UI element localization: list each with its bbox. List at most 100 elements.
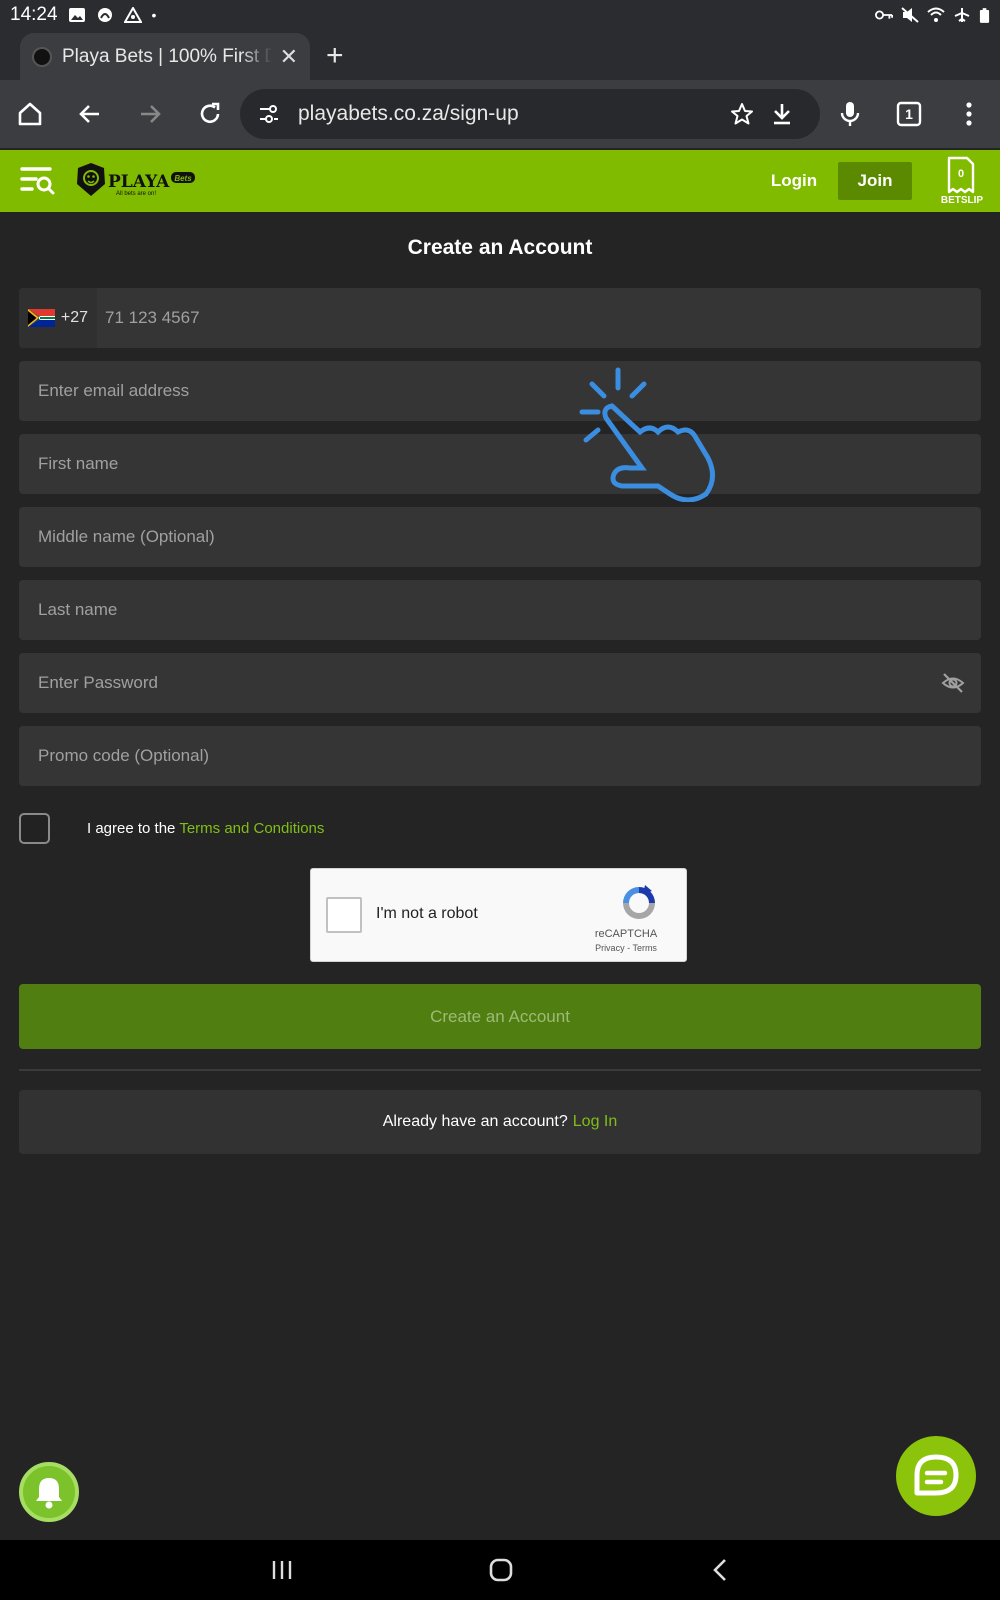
login-link[interactable]: Log In: [573, 1113, 617, 1131]
agree-label: I agree to the: [87, 819, 176, 837]
country-code: +27: [60, 309, 89, 326]
betslip-count: 0: [957, 168, 965, 180]
reload-icon: [200, 102, 220, 123]
phone-input[interactable]: 71 123 4567: [97, 308, 200, 328]
bell-icon: [36, 1478, 62, 1509]
tab-title: Playa Bets | 100% First Deposit Bonus: [62, 45, 272, 67]
middle-name-input[interactable]: Middle name (Optional): [38, 527, 215, 547]
address-bar[interactable]: playabets.co.za/sign-up: [240, 89, 820, 139]
star-icon: [731, 103, 753, 125]
terms-link[interactable]: Terms and Conditions: [179, 820, 324, 837]
recaptcha-separator: -: [627, 943, 631, 953]
mute-icon: [901, 7, 919, 23]
agree-text: I agree to the Terms and Conditions: [87, 820, 324, 837]
forward-button[interactable]: [130, 94, 170, 134]
country-code-selector[interactable]: +27: [19, 288, 97, 348]
gallery-icon: [68, 8, 85, 22]
playa-bets-logo[interactable]: PLAYA Bets All bets are on!: [76, 162, 201, 198]
tab-count: 1: [905, 106, 913, 122]
password-field[interactable]: Enter Password: [19, 653, 981, 713]
logo-text: PLAYA: [108, 172, 170, 192]
middle-name-field[interactable]: Middle name (Optional): [19, 507, 981, 567]
download-icon: [774, 104, 790, 125]
site-header: PLAYA Bets All bets are on! Login Join 0…: [0, 150, 1000, 212]
chat-icon: [914, 1454, 959, 1496]
status-bar: 14:24 •: [0, 0, 1000, 30]
system-nav-bar: [0, 1540, 1000, 1600]
south-africa-flag-icon: [27, 309, 55, 327]
browser-toolbar: playabets.co.za/sign-up 1: [0, 80, 1000, 148]
mic-icon: [840, 102, 860, 126]
tab-strip: Playa Bets | 100% First Deposit Bonus ✕ …: [0, 30, 1000, 80]
betslip-label: BETSLIP: [940, 195, 984, 206]
tab-switcher-button[interactable]: 1: [889, 94, 929, 134]
voice-search-button[interactable]: [830, 94, 870, 134]
have-account-text: Already have an account?: [382, 1113, 568, 1130]
more-vert-icon: [966, 102, 972, 126]
home-circle-icon: [489, 1558, 513, 1582]
back-nav-button[interactable]: [690, 1550, 750, 1590]
download-button[interactable]: [762, 94, 802, 134]
recents-button[interactable]: [252, 1550, 312, 1590]
dot-icon: •: [151, 7, 157, 23]
drive-icon: [123, 7, 142, 23]
status-time: 14:24: [10, 4, 58, 25]
first-name-field[interactable]: First name: [19, 434, 981, 494]
home-icon: [18, 102, 42, 126]
terms-checkbox[interactable]: [19, 812, 50, 844]
forward-arrow-icon: [141, 105, 161, 123]
live-chat-button[interactable]: [896, 1436, 976, 1516]
join-button[interactable]: Join: [838, 162, 912, 200]
login-button[interactable]: Login: [765, 163, 823, 199]
back-arrow-icon: [79, 105, 99, 123]
back-button[interactable]: [70, 94, 110, 134]
recaptcha-label: I'm not a robot: [376, 905, 478, 922]
url-text[interactable]: playabets.co.za/sign-up: [298, 102, 722, 126]
last-name-input[interactable]: Last name: [38, 600, 117, 620]
already-have-account: Already have an account? Log In: [19, 1090, 981, 1154]
tap-gesture-icon: [579, 367, 715, 502]
recaptcha-links: Privacy - Terms: [571, 943, 681, 953]
recents-icon: [272, 1561, 292, 1579]
first-name-input[interactable]: First name: [38, 454, 118, 474]
password-input[interactable]: Enter Password: [38, 673, 158, 693]
email-field[interactable]: Enter email address: [19, 361, 981, 421]
divider: [19, 1069, 981, 1071]
recaptcha-terms-link[interactable]: Terms: [632, 943, 657, 953]
back-chevron-icon: [713, 1559, 726, 1581]
promo-code-field[interactable]: Promo code (Optional): [19, 726, 981, 786]
recaptcha-brand: reCAPTCHA: [594, 928, 658, 940]
new-tab-button[interactable]: +: [326, 39, 344, 73]
recaptcha-logo-icon: [623, 885, 655, 919]
recaptcha-privacy-link[interactable]: Privacy: [595, 943, 625, 953]
menu-search-icon[interactable]: [20, 164, 56, 196]
page-title: Create an Account: [407, 236, 593, 259]
notification-bell-button[interactable]: [19, 1462, 79, 1522]
logo-tagline: All bets are on!: [116, 191, 156, 197]
create-account-button[interactable]: Create an Account: [19, 984, 981, 1049]
home-button[interactable]: [10, 94, 50, 134]
phone-field[interactable]: +27 71 123 4567: [19, 288, 981, 348]
bookmark-button[interactable]: [722, 94, 762, 134]
terms-agreement: I agree to the Terms and Conditions: [19, 812, 324, 844]
airplane-icon: [954, 8, 970, 22]
wifi-icon: [927, 7, 945, 22]
site-settings-icon[interactable]: [258, 103, 280, 125]
betslip-button[interactable]: 0 BETSLIP: [938, 156, 988, 208]
recaptcha-checkbox[interactable]: [326, 897, 362, 933]
more-menu-button[interactable]: [949, 94, 989, 134]
eye-off-icon[interactable]: [941, 671, 965, 695]
home-nav-button[interactable]: [471, 1550, 531, 1590]
notification-icon: [97, 8, 112, 22]
email-input[interactable]: Enter email address: [38, 381, 189, 401]
recaptcha-widget: I'm not a robot reCAPTCHA Privacy - Term…: [310, 868, 687, 962]
site-favicon: [32, 46, 52, 67]
promo-code-input[interactable]: Promo code (Optional): [38, 746, 209, 766]
logo-badge: Bets: [174, 174, 192, 183]
reload-button[interactable]: [190, 94, 230, 134]
battery-icon: [979, 7, 990, 23]
last-name-field[interactable]: Last name: [19, 580, 981, 640]
close-tab-icon[interactable]: ✕: [280, 44, 298, 70]
browser-tab[interactable]: Playa Bets | 100% First Deposit Bonus ✕: [20, 33, 310, 80]
vpn-key-icon: [875, 10, 893, 20]
